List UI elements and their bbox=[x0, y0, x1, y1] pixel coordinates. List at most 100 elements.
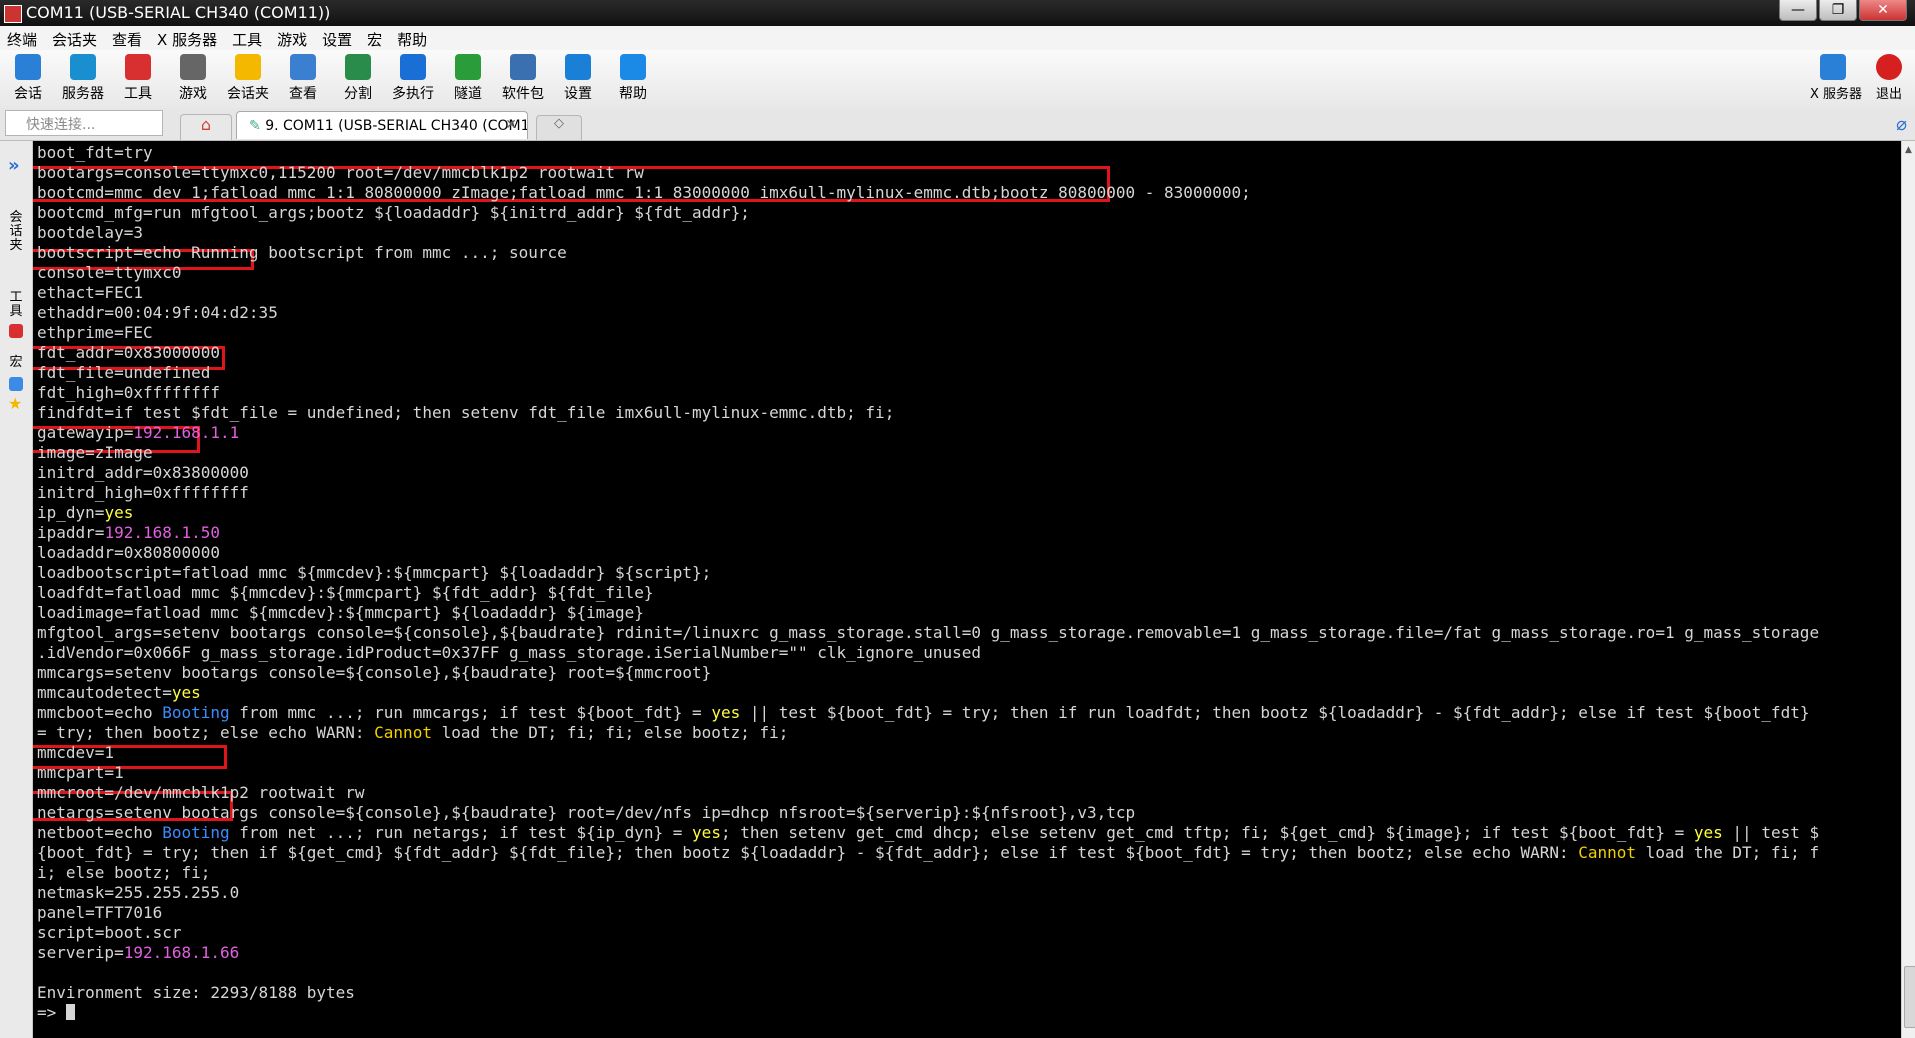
menu-view[interactable]: 查看 bbox=[105, 26, 150, 50]
terminal-text: bootscript=echo Running bootscript from … bbox=[37, 243, 567, 262]
menu-help[interactable]: 帮助 bbox=[390, 26, 435, 50]
title-bar: COM11 (USB-SERIAL CH340 (COM11)) — ❐ ✕ bbox=[0, 0, 1915, 26]
terminal-line: image=zImage bbox=[37, 443, 153, 463]
menu-tools[interactable]: 工具 bbox=[225, 26, 270, 50]
quick-connect-input[interactable]: 快速连接... bbox=[5, 110, 163, 136]
terminal-line: initrd_addr=0x83800000 bbox=[37, 463, 249, 483]
toolbar-button-help[interactable]: 帮助 bbox=[605, 52, 661, 103]
toolbar-button-settings[interactable]: 设置 bbox=[550, 52, 606, 103]
toolbar-button-power[interactable]: 退出 bbox=[1866, 52, 1912, 102]
terminal-output[interactable]: boot_fdt=try bootargs=console=ttymxc0,115… bbox=[33, 141, 1901, 1038]
side-panel: » 会话夹 ★ 工具 宏 bbox=[0, 141, 33, 1038]
tab-close-icon[interactable]: ✕ bbox=[505, 117, 517, 133]
terminal-line: initrd_high=0xffffffff bbox=[37, 483, 249, 503]
toolbar-button-tools[interactable]: 工具 bbox=[110, 52, 166, 103]
attach-icon[interactable]: ⌀ bbox=[1896, 114, 1907, 135]
menu-bar: 终端 会话夹 查看 X 服务器 工具 游戏 设置 宏 帮助 bbox=[0, 26, 1915, 50]
toolbar-label: 软件包 bbox=[502, 86, 544, 102]
send-icon bbox=[9, 377, 23, 391]
terminal-scrollbar[interactable]: ▲ bbox=[1901, 141, 1915, 1038]
toolbar-button-session[interactable]: 会话 bbox=[0, 52, 56, 103]
toolbar-button-star[interactable]: 会话夹 bbox=[220, 52, 276, 103]
terminal-line: ethaddr=00:04:9f:04:d2:35 bbox=[37, 303, 278, 323]
terminal-text: loadbootscript=fatload mmc ${mmcdev}:${m… bbox=[37, 563, 712, 582]
terminal-line: netmask=255.255.255.0 bbox=[37, 883, 239, 903]
games-icon bbox=[180, 54, 206, 80]
terminal-line: loadaddr=0x80800000 bbox=[37, 543, 220, 563]
terminal-text: findfdt=if test $fdt_file = undefined; t… bbox=[37, 403, 895, 422]
toolbar-button-x-server[interactable]: X 服务器 bbox=[1810, 52, 1863, 102]
scroll-up-icon[interactable]: ▲ bbox=[1905, 145, 1912, 155]
terminal-line: console=ttymxc0 bbox=[37, 263, 182, 283]
home-tab[interactable]: ⌂ bbox=[180, 114, 232, 140]
terminal-text: => bbox=[37, 1003, 66, 1022]
terminal-text: = try; then bootz; else echo WARN: bbox=[37, 723, 375, 742]
toolbar-label: 设置 bbox=[564, 86, 592, 102]
expand-sidebar-icon[interactable]: » bbox=[8, 155, 20, 176]
terminal-line: ipaddr=192.168.1.50 bbox=[37, 523, 220, 543]
sidebar-tab-tools[interactable]: 工具 bbox=[7, 291, 25, 319]
split-icon bbox=[345, 54, 371, 80]
menu-games[interactable]: 游戏 bbox=[270, 26, 315, 50]
terminal-text: image=zImage bbox=[37, 443, 153, 462]
terminal-text: Environment size: 2293/8188 bytes bbox=[37, 983, 355, 1002]
help-icon bbox=[620, 54, 646, 80]
terminal-text: mmcargs=setenv bootargs console=${consol… bbox=[37, 663, 712, 682]
terminal-line: ethprime=FEC bbox=[37, 323, 153, 343]
terminal-text: i; else bootz; fi; bbox=[37, 863, 211, 882]
menu-macros[interactable]: 宏 bbox=[360, 26, 390, 50]
toolbar-label: 查看 bbox=[289, 86, 317, 102]
sidebar-tab-macros[interactable]: 宏 bbox=[7, 356, 25, 370]
sidebar-tab-sessions[interactable]: 会话夹 bbox=[7, 211, 25, 253]
terminal-text: bootdelay=3 bbox=[37, 223, 143, 242]
toolbar-label: 游戏 bbox=[179, 86, 207, 102]
menu-sessions[interactable]: 会话夹 bbox=[45, 26, 105, 50]
terminal-text: netmask=255.255.255.0 bbox=[37, 883, 240, 902]
minimize-button[interactable]: — bbox=[1779, 0, 1817, 21]
menu-x-server[interactable]: X 服务器 bbox=[150, 26, 225, 50]
tools-icon bbox=[9, 324, 23, 338]
new-tab-button[interactable]: ◇ bbox=[536, 115, 582, 140]
terminal-text: ; then setenv get_cmd dhcp; else setenv … bbox=[720, 823, 1694, 842]
terminal-line: ip_dyn=yes bbox=[37, 503, 133, 523]
window-controls: — ❐ ✕ bbox=[1779, 0, 1907, 22]
terminal-text: Booting bbox=[162, 703, 230, 722]
toolbar-label: X 服务器 bbox=[1810, 87, 1863, 102]
terminal-line: .idVendor=0x066F g_mass_storage.idProduc… bbox=[37, 643, 981, 663]
toolbar-button-games[interactable]: 游戏 bbox=[165, 52, 221, 103]
toolbar-button-view[interactable]: 查看 bbox=[275, 52, 331, 103]
terminal-line: mmcroot=/dev/mmcblk1p2 rootwait rw bbox=[37, 783, 365, 803]
menu-settings[interactable]: 设置 bbox=[315, 26, 360, 50]
toolbar-button-tunnel[interactable]: 隧道 bbox=[440, 52, 496, 103]
terminal-text: from net ...; run netargs; if test ${ip_… bbox=[229, 823, 693, 842]
terminal-text: yes bbox=[171, 683, 201, 702]
multiexec-icon bbox=[400, 54, 426, 80]
toolbar-label: 隧道 bbox=[454, 86, 482, 102]
scrollbar-thumb[interactable] bbox=[1904, 966, 1915, 1028]
x-server-icon bbox=[1820, 54, 1846, 80]
terminal-line: bootcmd_mfg=run mfgtool_args;bootz ${loa… bbox=[37, 203, 750, 223]
session-tab[interactable]: ✎ 9. COM11 (USB-SERIAL CH340 (COM11)) ✕ bbox=[236, 111, 528, 139]
terminal-text: ethact=FEC1 bbox=[37, 283, 143, 302]
toolbar-button-multiexec[interactable]: 多执行 bbox=[385, 52, 441, 103]
toolbar-button-servers[interactable]: 服务器 bbox=[55, 52, 111, 103]
terminal-text: loadfdt=fatload mmc ${mmcdev}:${mmcpart}… bbox=[37, 583, 654, 602]
terminal-text: yes bbox=[1693, 823, 1723, 842]
toolbar-button-split[interactable]: 分割 bbox=[330, 52, 386, 103]
terminal-line: {boot_fdt} = try; then if ${get_cmd} ${f… bbox=[37, 843, 1819, 863]
tunnel-icon bbox=[455, 54, 481, 80]
close-button[interactable]: ✕ bbox=[1859, 0, 1907, 21]
terminal-text: ethprime=FEC bbox=[37, 323, 153, 342]
maximize-button[interactable]: ❐ bbox=[1819, 0, 1857, 21]
terminal-text: || test ${boot_fdt} = try; then if run l… bbox=[740, 703, 1810, 722]
menu-terminal[interactable]: 终端 bbox=[0, 26, 45, 50]
toolbar-label: 服务器 bbox=[62, 86, 104, 102]
home-icon: ⌂ bbox=[200, 115, 212, 134]
terminal-text: loadimage=fatload mmc ${mmcdev}:${mmcpar… bbox=[37, 603, 644, 622]
terminal-text: gatewayip= bbox=[37, 423, 134, 442]
terminal-text: Booting bbox=[162, 823, 230, 842]
toolbar-button-packages[interactable]: 软件包 bbox=[495, 52, 551, 103]
tab-bar: 快速连接... ⌂ ✎ 9. COM11 (USB-SERIAL CH340 (… bbox=[0, 108, 1915, 141]
toolbar-label: 会话夹 bbox=[227, 86, 269, 102]
terminal-text: load the DT; fi; f bbox=[1636, 843, 1820, 862]
